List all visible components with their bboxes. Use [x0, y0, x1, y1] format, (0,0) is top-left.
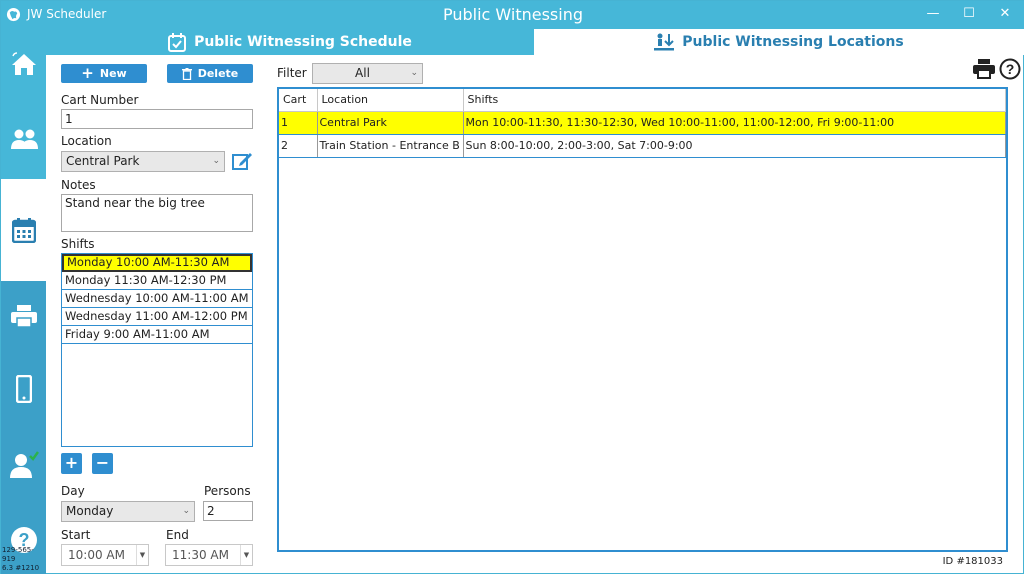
remove-shift-button[interactable]: − [92, 453, 113, 474]
calendar-check-icon [168, 32, 187, 52]
sidebar-item-home[interactable] [1, 29, 46, 99]
table-header-row: Cart Location Shifts [279, 89, 1006, 112]
tab-bar: Public Witnessing Schedule Public Witnes… [46, 29, 1024, 55]
location-select[interactable]: Central Park ⌄ [61, 151, 225, 172]
sidebar: ? 129-565-919 6.3 #1210 [1, 29, 46, 574]
chevron-down-icon: ⌄ [182, 506, 190, 516]
printer-icon [10, 305, 37, 328]
close-button[interactable]: ✕ [987, 1, 1023, 29]
version-line-2: 6.3 #1210 [2, 564, 40, 572]
app-window: JW Scheduler Public Witnessing — ☐ ✕ ? 1… [0, 0, 1024, 574]
person-location-icon [654, 33, 675, 51]
version-line-1: 129-565-919 [2, 546, 34, 563]
cell-cart: 2 [279, 134, 318, 158]
sidebar-item-people[interactable] [1, 104, 46, 174]
day-select-value: Monday [66, 504, 114, 518]
end-time-value: 11:30 AM [172, 548, 229, 562]
help-icon[interactable]: ? [999, 58, 1021, 80]
calendar-icon [11, 218, 36, 243]
location-label: Location [61, 134, 112, 148]
cart-number-field[interactable]: 1 [61, 109, 253, 129]
shifts-list[interactable]: Monday 10:00 AM-11:30 AM Monday 11:30 AM… [61, 253, 253, 447]
phone-icon [15, 374, 32, 403]
chevron-down-icon: ⌄ [212, 156, 220, 166]
window-title: Public Witnessing [442, 5, 584, 24]
start-time-picker[interactable]: 10:00 AM ▼ [61, 544, 149, 566]
notes-label: Notes [61, 178, 96, 192]
column-header-cart[interactable]: Cart [279, 89, 318, 112]
start-time-value: 10:00 AM [68, 548, 125, 562]
filter-select[interactable]: All ⌄ [312, 63, 423, 84]
user-check-icon [9, 451, 39, 478]
cell-shifts: Mon 10:00-11:30, 11:30-12:30, Wed 10:00-… [463, 111, 1006, 135]
tab-schedule[interactable]: Public Witnessing Schedule [46, 29, 534, 55]
list-item[interactable]: Monday 11:30 AM-12:30 PM [62, 272, 252, 290]
sidebar-item-user-check[interactable] [1, 426, 46, 504]
list-item[interactable]: Monday 10:00 AM-11:30 AM [62, 254, 252, 272]
svg-text:?: ? [1006, 61, 1015, 77]
people-icon [10, 129, 38, 149]
minimize-button[interactable]: — [915, 1, 951, 29]
list-item[interactable]: Wednesday 10:00 AM-11:00 AM [62, 290, 252, 308]
day-label: Day [61, 484, 85, 498]
filter-label: Filter [277, 66, 307, 80]
add-shift-button[interactable]: + [61, 453, 82, 474]
sidebar-item-print[interactable] [1, 281, 46, 351]
sidebar-item-calendar[interactable] [1, 179, 46, 281]
delete-button-label: Delete [197, 67, 239, 80]
cell-location: Train Station - Entrance B [317, 134, 464, 158]
table-row[interactable]: 2 Train Station - Entrance B Sun 8:00-10… [279, 134, 1006, 158]
record-id: ID #181033 [942, 556, 1003, 567]
persons-label: Persons [204, 484, 251, 498]
new-button[interactable]: + New [61, 64, 147, 83]
plus-icon: + [81, 64, 94, 82]
persons-field[interactable]: 2 [203, 501, 253, 521]
notes-field[interactable]: Stand near the big tree [61, 194, 253, 232]
end-time-picker[interactable]: 11:30 AM ▼ [165, 544, 253, 566]
day-select[interactable]: Monday ⌄ [61, 501, 195, 522]
filter-select-value: All [355, 66, 370, 80]
edit-icon[interactable] [232, 151, 253, 171]
shifts-label: Shifts [61, 237, 95, 251]
list-item[interactable]: Wednesday 11:00 AM-12:00 PM [62, 308, 252, 326]
list-item[interactable]: Friday 9:00 AM-11:00 AM [62, 326, 252, 344]
cell-shifts: Sun 8:00-10:00, 2:00-3:00, Sat 7:00-9:00 [463, 134, 1006, 158]
tab-locations[interactable]: Public Witnessing Locations [534, 29, 1024, 55]
cart-number-label: Cart Number [61, 93, 139, 107]
end-label: End [166, 528, 189, 542]
column-header-location[interactable]: Location [317, 89, 464, 112]
caret-down-icon: ▼ [136, 545, 148, 565]
tab-locations-label: Public Witnessing Locations [682, 34, 904, 50]
chevron-down-icon: ⌄ [410, 68, 418, 78]
cell-cart: 1 [279, 111, 318, 135]
home-icon [11, 52, 36, 75]
version-info: 129-565-919 6.3 #1210 [2, 546, 46, 573]
tab-schedule-label: Public Witnessing Schedule [194, 34, 412, 50]
maximize-button[interactable]: ☐ [951, 1, 987, 29]
sidebar-item-phone[interactable] [1, 351, 46, 426]
start-label: Start [61, 528, 91, 542]
table-row[interactable]: 1 Central Park Mon 10:00-11:30, 11:30-12… [279, 111, 1006, 135]
location-select-value: Central Park [66, 154, 140, 168]
title-bar: JW Scheduler Public Witnessing — ☐ ✕ [1, 1, 1024, 29]
locations-table: Cart Location Shifts 1 Central Park Mon … [277, 87, 1008, 552]
caret-down-icon: ▼ [240, 545, 252, 565]
printer-icon[interactable] [973, 59, 995, 79]
trash-icon [181, 67, 192, 80]
column-header-shifts[interactable]: Shifts [463, 89, 1006, 112]
delete-button[interactable]: Delete [167, 64, 253, 83]
cell-location: Central Park [317, 111, 464, 135]
new-button-label: New [99, 67, 127, 80]
